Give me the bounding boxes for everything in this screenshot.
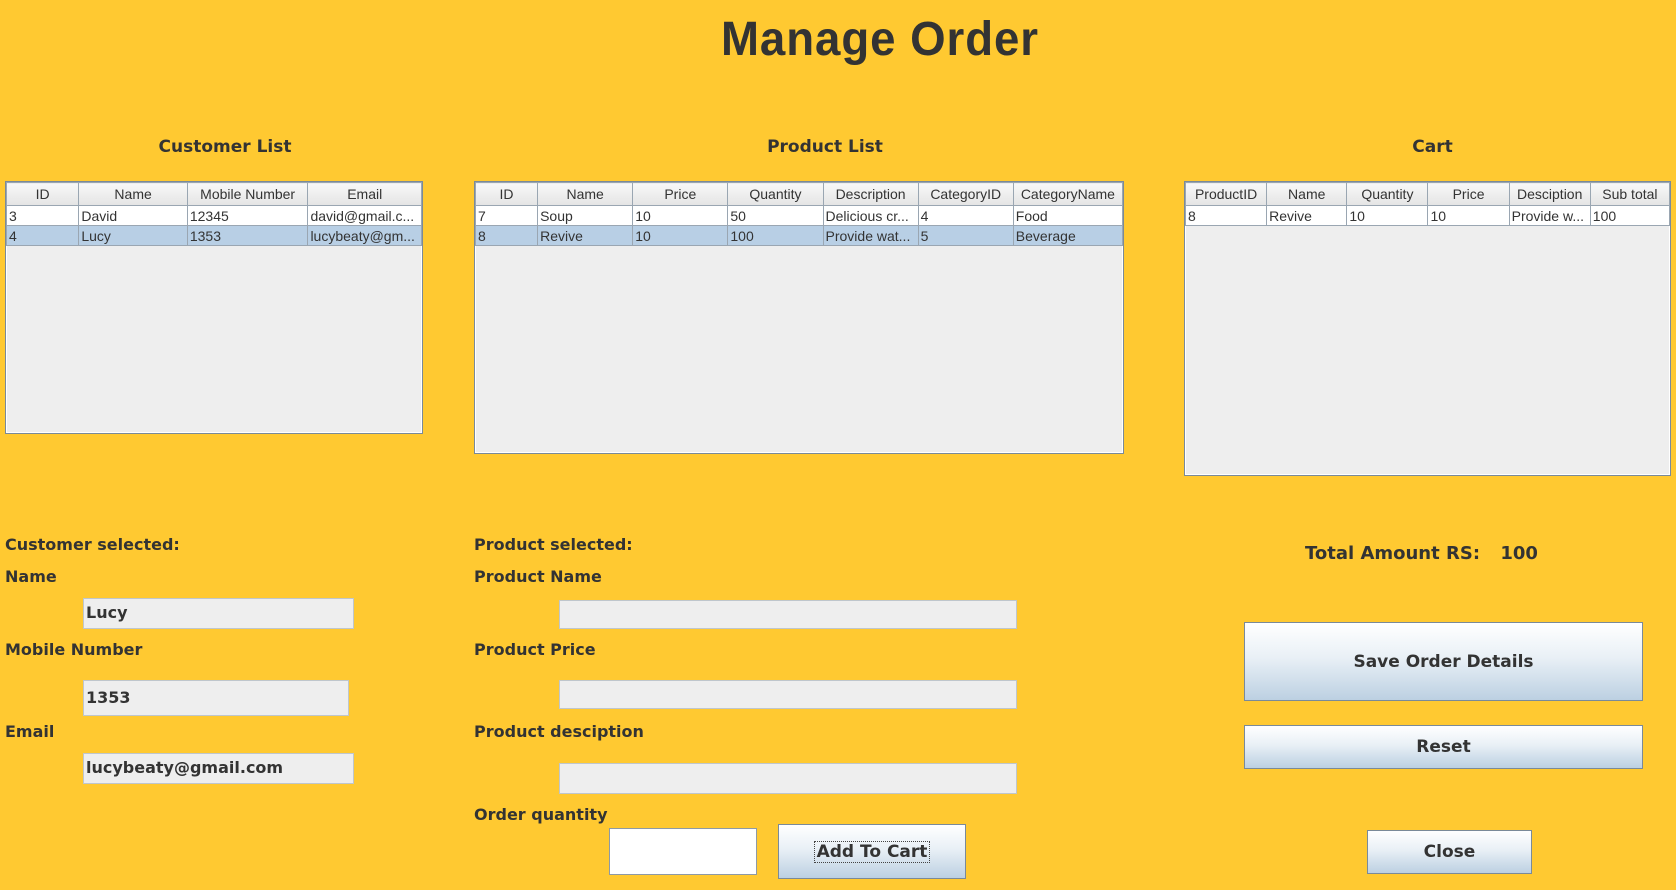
column-header[interactable]: Name <box>78 182 188 206</box>
column-header[interactable]: Description <box>822 182 919 206</box>
customer-table-grid[interactable]: ID Name Mobile Number Email 3 David 12345 davi… <box>6 182 422 246</box>
total-value: 100 <box>1500 543 1538 564</box>
customer-mobile-field[interactable]: 1353 <box>83 680 349 716</box>
cart-title: Cart <box>1412 137 1453 157</box>
add-to-cart-label: Add To Cart <box>813 840 931 863</box>
table-cell[interactable]: 3 <box>6 205 80 226</box>
table-row[interactable]: 3 David 12345 david@gmail.c... <box>6 205 422 226</box>
column-header[interactable]: Sub total <box>1589 182 1670 206</box>
product-name-label: Product Name <box>474 567 602 586</box>
cart-table-grid[interactable]: ProductID Name Quantity Price Desciption Sub … <box>1185 182 1670 226</box>
customer-list-title: Customer List <box>158 137 292 157</box>
table-cell[interactable]: 8 <box>475 225 539 246</box>
save-order-button[interactable]: Save Order Details <box>1244 622 1643 701</box>
column-header[interactable]: Email <box>307 182 422 206</box>
table-cell[interactable]: Lucy <box>78 225 188 246</box>
table-cell[interactable]: 5 <box>917 225 1014 246</box>
product-table-grid[interactable]: ID Name Price Quantity Description CategoryID… <box>475 182 1123 246</box>
close-button[interactable]: Close <box>1367 830 1532 874</box>
product-description-label: Product desciption <box>474 722 644 741</box>
table-cell[interactable]: 10 <box>632 225 729 246</box>
add-to-cart-button[interactable]: Add To Cart <box>778 824 966 879</box>
table-cell[interactable]: 8 <box>1185 205 1268 226</box>
table-cell[interactable]: Soup <box>537 205 634 226</box>
cart-table[interactable]: ProductID Name Quantity Price Desciption Sub … <box>1184 181 1671 476</box>
product-price-field[interactable] <box>559 680 1017 709</box>
table-cell[interactable]: david@gmail.c... <box>307 205 422 226</box>
customer-mobile-label: Mobile Number <box>5 640 143 659</box>
column-header[interactable]: Price <box>1427 182 1510 206</box>
customer-name-field[interactable]: Lucy <box>83 598 354 629</box>
table-cell[interactable]: 4 <box>6 225 80 246</box>
product-name-field[interactable] <box>559 600 1017 629</box>
table-cell[interactable]: David <box>78 205 188 226</box>
table-row[interactable]: 7 Soup 10 50 Delicious cr... 4 Food <box>475 205 1123 226</box>
column-header[interactable]: Quantity <box>727 182 824 206</box>
column-header[interactable]: ProductID <box>1185 182 1268 206</box>
customer-name-label: Name <box>5 567 57 586</box>
table-cell[interactable]: 50 <box>727 205 824 226</box>
table-row[interactable]: 4 Lucy 1353 lucybeaty@gm... <box>6 225 422 246</box>
column-header[interactable]: CategoryID <box>917 182 1014 206</box>
product-selected-heading: Product selected: <box>474 535 633 554</box>
total-amount-label: Total Amount RS: 100 <box>1305 543 1538 564</box>
column-header[interactable]: Price <box>632 182 729 206</box>
table-row[interactable]: 8 Revive 10 10 Provide w... 100 <box>1185 205 1670 226</box>
column-header[interactable]: Desciption <box>1508 182 1591 206</box>
table-cell[interactable]: Beverage <box>1012 225 1123 246</box>
table-cell[interactable]: Food <box>1012 205 1123 226</box>
column-header[interactable]: ID <box>6 182 80 206</box>
column-header[interactable]: Mobile Number <box>186 182 309 206</box>
table-cell[interactable]: 10 <box>632 205 729 226</box>
table-cell[interactable]: 4 <box>917 205 1014 226</box>
customer-email-label: Email <box>5 722 55 741</box>
table-cell[interactable]: Revive <box>1266 205 1348 226</box>
order-quantity-input[interactable] <box>609 828 757 875</box>
product-price-label: Product Price <box>474 640 596 659</box>
table-cell[interactable]: Delicious cr... <box>822 205 919 226</box>
table-cell[interactable]: Provide w... <box>1508 205 1591 226</box>
table-cell[interactable]: 12345 <box>186 205 309 226</box>
table-row[interactable]: 8 Revive 10 100 Provide wat... 5 Beverage <box>475 225 1123 246</box>
table-cell[interactable]: lucybeaty@gm... <box>307 225 422 246</box>
product-table[interactable]: ID Name Price Quantity Description CategoryID… <box>474 181 1124 454</box>
table-cell[interactable]: 100 <box>727 225 824 246</box>
column-header[interactable]: Name <box>1266 182 1348 206</box>
column-header[interactable]: CategoryName <box>1012 182 1123 206</box>
column-header[interactable]: ID <box>475 182 539 206</box>
table-cell[interactable]: 7 <box>475 205 539 226</box>
table-cell[interactable]: 1353 <box>186 225 309 246</box>
table-cell[interactable]: 10 <box>1427 205 1510 226</box>
order-quantity-label: Order quantity <box>474 805 608 824</box>
total-label: Total Amount RS: <box>1305 543 1481 564</box>
customer-selected-heading: Customer selected: <box>5 535 180 554</box>
product-list-title: Product List <box>767 137 883 157</box>
reset-button[interactable]: Reset <box>1244 725 1643 769</box>
column-header[interactable]: Quantity <box>1346 182 1429 206</box>
table-cell[interactable]: Revive <box>537 225 634 246</box>
customer-email-field[interactable]: lucybeaty@gmail.com <box>83 753 354 784</box>
table-cell[interactable]: 100 <box>1589 205 1670 226</box>
product-description-field[interactable] <box>559 763 1017 794</box>
customer-table[interactable]: ID Name Mobile Number Email 3 David 12345 davi… <box>5 181 423 434</box>
table-cell[interactable]: 10 <box>1346 205 1429 226</box>
column-header[interactable]: Name <box>537 182 634 206</box>
page-title: Manage Order <box>720 13 1040 66</box>
table-cell[interactable]: Provide wat... <box>822 225 919 246</box>
